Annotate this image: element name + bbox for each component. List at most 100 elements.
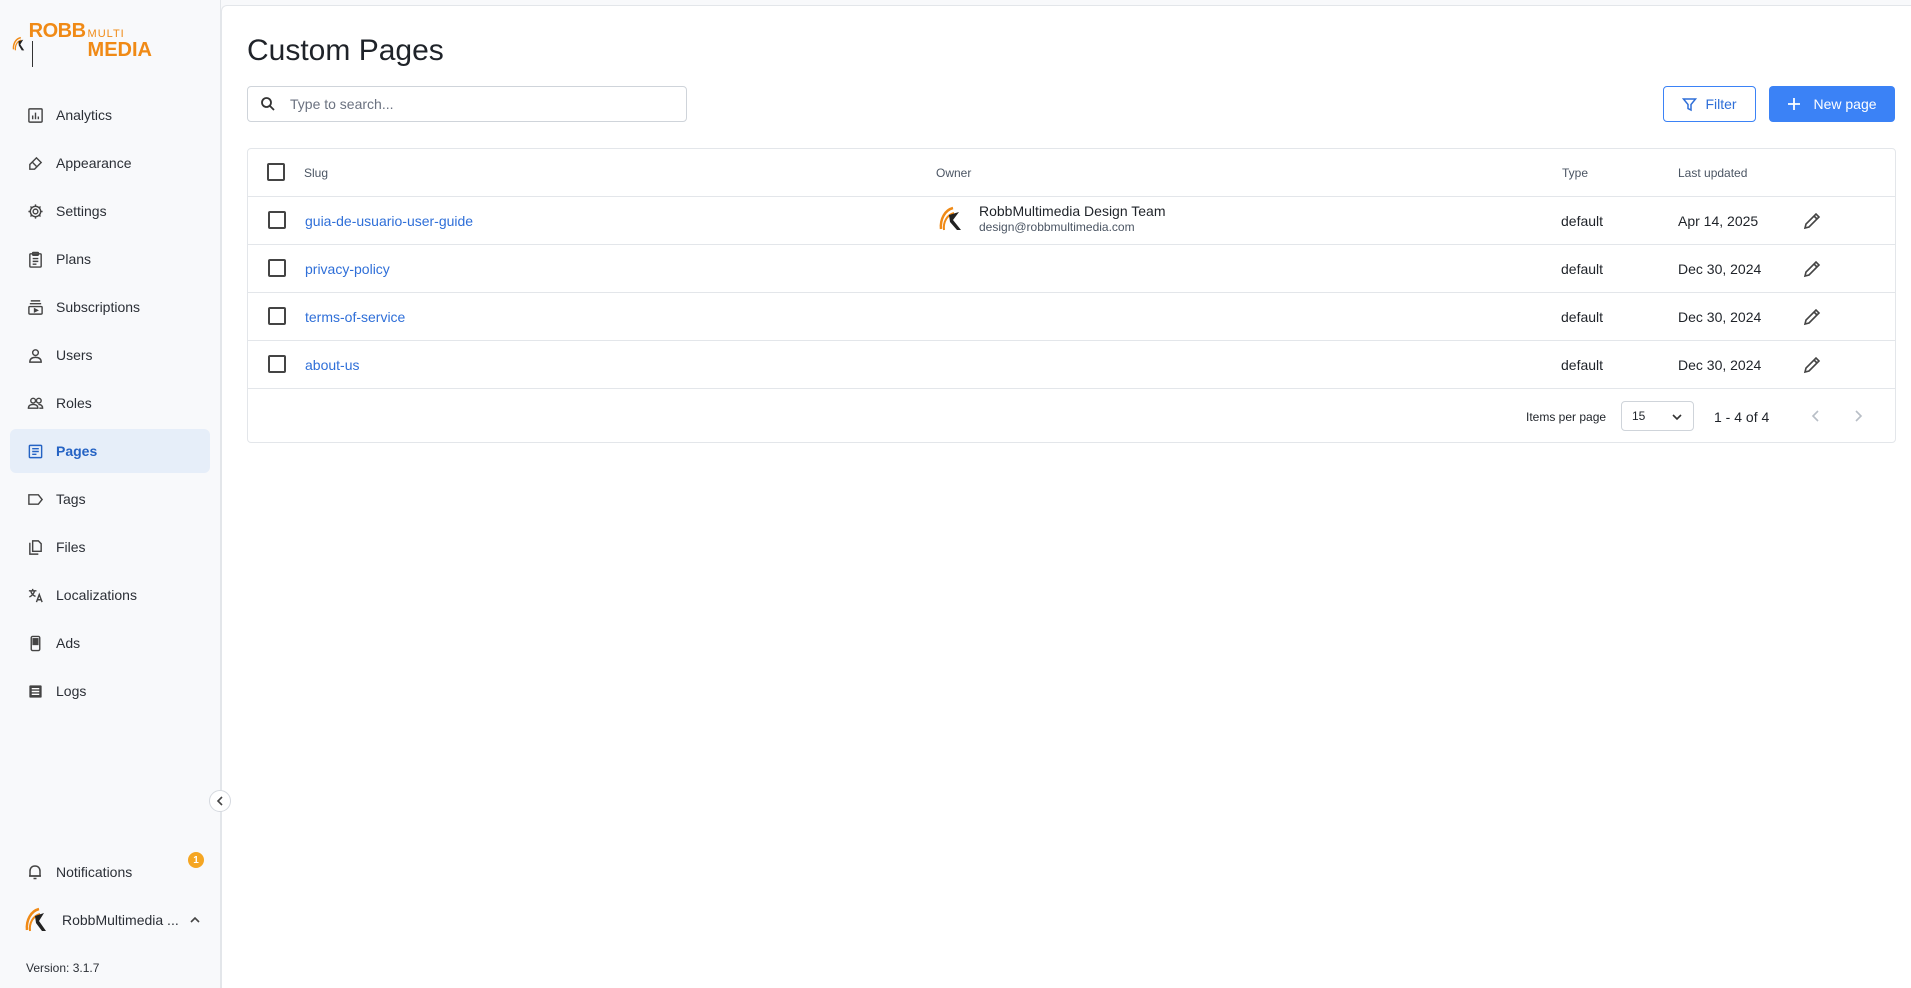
select-all-checkbox[interactable]: [267, 163, 285, 181]
sidebar-item-files[interactable]: Files: [10, 525, 210, 569]
new-page-button-label: New page: [1813, 96, 1877, 112]
filter-icon: [1682, 97, 1698, 111]
row-checkbox[interactable]: [268, 259, 286, 277]
pages-table: Slug Owner Type Last updated guia-de-usu…: [247, 148, 1896, 443]
main-content: Custom Pages Filter New page Slug Owner …: [221, 5, 1911, 988]
column-header-last-updated[interactable]: Last updated: [1678, 166, 1747, 180]
clipboard-icon: [26, 250, 44, 268]
filter-button[interactable]: Filter: [1663, 86, 1756, 122]
version-label: Version: 3.1.7: [26, 961, 100, 975]
logo-mark-icon: [12, 36, 25, 51]
row-checkbox[interactable]: [268, 355, 286, 373]
pagination: Items per page 15 1 - 4 of 4: [248, 390, 1895, 442]
page-type: default: [1561, 213, 1604, 229]
sidebar-item-users[interactable]: Users: [10, 333, 210, 377]
tag-icon: [26, 490, 44, 508]
column-header-owner[interactable]: Owner: [936, 166, 971, 180]
user-icon: [26, 346, 44, 364]
files-icon: [26, 538, 44, 556]
bell-icon: [29, 865, 41, 880]
sidebar-item-analytics[interactable]: Analytics: [10, 93, 210, 137]
table-row: about-us default Dec 30, 2024: [248, 341, 1895, 389]
owner-name: RobbMultimedia Design Team: [979, 203, 1166, 219]
sidebar-item-label: Localizations: [56, 587, 137, 603]
sidebar-item-label: Subscriptions: [56, 299, 141, 315]
page-title: Custom Pages: [247, 34, 444, 67]
sidebar-item-label: Analytics: [56, 107, 113, 123]
logo-text-multi: MULTI: [87, 27, 125, 40]
avatar: [25, 907, 46, 932]
sidebar-item-label: Users: [56, 347, 93, 363]
sidebar-item-label: Appearance: [56, 155, 132, 171]
sidebar-item-appearance[interactable]: Appearance: [10, 141, 210, 185]
sidebar-item-localizations[interactable]: Localizations: [10, 573, 210, 617]
sidebar-item-label: Settings: [56, 203, 107, 219]
sidebar-item-roles[interactable]: Roles: [10, 381, 210, 425]
user-name: RobbMultimedia ...: [62, 912, 179, 928]
edit-icon[interactable]: [1801, 210, 1823, 232]
chevron-down-icon: [1672, 414, 1682, 421]
document-icon: [26, 442, 44, 460]
translate-icon: [26, 586, 44, 604]
page-type: default: [1561, 357, 1604, 373]
sidebar-item-label: Logs: [56, 683, 87, 699]
page-slug-link[interactable]: privacy-policy: [305, 261, 390, 277]
new-page-button[interactable]: New page: [1769, 86, 1895, 122]
sidebar-item-tags[interactable]: Tags: [10, 477, 210, 521]
next-page-button[interactable]: [1851, 409, 1865, 423]
page-updated: Apr 14, 2025: [1678, 213, 1759, 229]
owner-email: design@robbmultimedia.com: [979, 220, 1135, 234]
sidebar-item-pages[interactable]: Pages: [10, 429, 210, 473]
sidebar-item-logs[interactable]: Logs: [10, 669, 210, 713]
page-updated: Dec 30, 2024: [1678, 357, 1762, 373]
row-checkbox[interactable]: [268, 307, 286, 325]
edit-icon[interactable]: [1801, 306, 1823, 328]
users-icon: [26, 394, 44, 412]
page-slug-link[interactable]: terms-of-service: [305, 309, 405, 325]
search-input[interactable]: [290, 96, 670, 112]
search-icon: [261, 97, 275, 111]
sidebar-item-ads[interactable]: Ads: [10, 621, 210, 665]
sidebar-item-label: Tags: [56, 491, 86, 507]
sidebar-item-label: Ads: [56, 635, 81, 651]
phone-icon: [26, 634, 44, 652]
items-per-page-select[interactable]: 15: [1621, 401, 1694, 431]
page-slug-link[interactable]: guia-de-usuario-user-guide: [305, 213, 473, 229]
items-per-page-value: 15: [1632, 409, 1646, 423]
previous-page-button[interactable]: [1809, 409, 1823, 423]
user-menu[interactable]: RobbMultimedia ...: [24, 906, 204, 934]
search-box[interactable]: [247, 86, 687, 122]
row-checkbox[interactable]: [268, 211, 286, 229]
edit-icon[interactable]: [1801, 258, 1823, 280]
notification-count-badge: 1: [188, 852, 204, 868]
column-header-type[interactable]: Type: [1562, 166, 1588, 180]
sidebar-item-plans[interactable]: Plans: [10, 237, 210, 281]
logo-wordmark: ROBB: [29, 21, 86, 67]
brand-logo[interactable]: ROBB MULTI MEDIA: [12, 21, 152, 67]
items-per-page-label: Items per page: [1526, 410, 1607, 424]
page-type: default: [1561, 261, 1604, 277]
sidebar: ROBB MULTI MEDIA Analytics Appearance Se…: [0, 0, 221, 988]
sidebar-item-subscriptions[interactable]: Subscriptions: [10, 285, 210, 329]
collapse-sidebar-button[interactable]: [209, 790, 231, 812]
sidebar-item-label: Roles: [56, 395, 92, 411]
analytics-icon: [26, 106, 44, 124]
edit-icon[interactable]: [1801, 354, 1823, 376]
page-slug-link[interactable]: about-us: [305, 357, 359, 373]
logo-text-robb: ROBB: [28, 20, 86, 42]
brush-icon: [26, 154, 44, 172]
sidebar-item-label: Pages: [56, 443, 98, 459]
notifications-label: Notifications: [56, 864, 133, 880]
subscriptions-icon: [26, 298, 44, 316]
table-row: guia-de-usuario-user-guide RobbMultimedi…: [248, 197, 1895, 245]
page-updated: Dec 30, 2024: [1678, 261, 1762, 277]
chevron-left-icon: [216, 796, 223, 806]
sidebar-item-label: Plans: [56, 251, 92, 267]
column-header-slug[interactable]: Slug: [304, 166, 328, 180]
sidebar-item-settings[interactable]: Settings: [10, 189, 210, 233]
page-type: default: [1561, 309, 1604, 325]
list-icon: [26, 682, 44, 700]
logo-wordmark-right: MULTI MEDIA: [87, 27, 152, 60]
notifications-button[interactable]: Notifications: [26, 860, 206, 884]
table-header: Slug Owner Type Last updated: [248, 149, 1895, 197]
